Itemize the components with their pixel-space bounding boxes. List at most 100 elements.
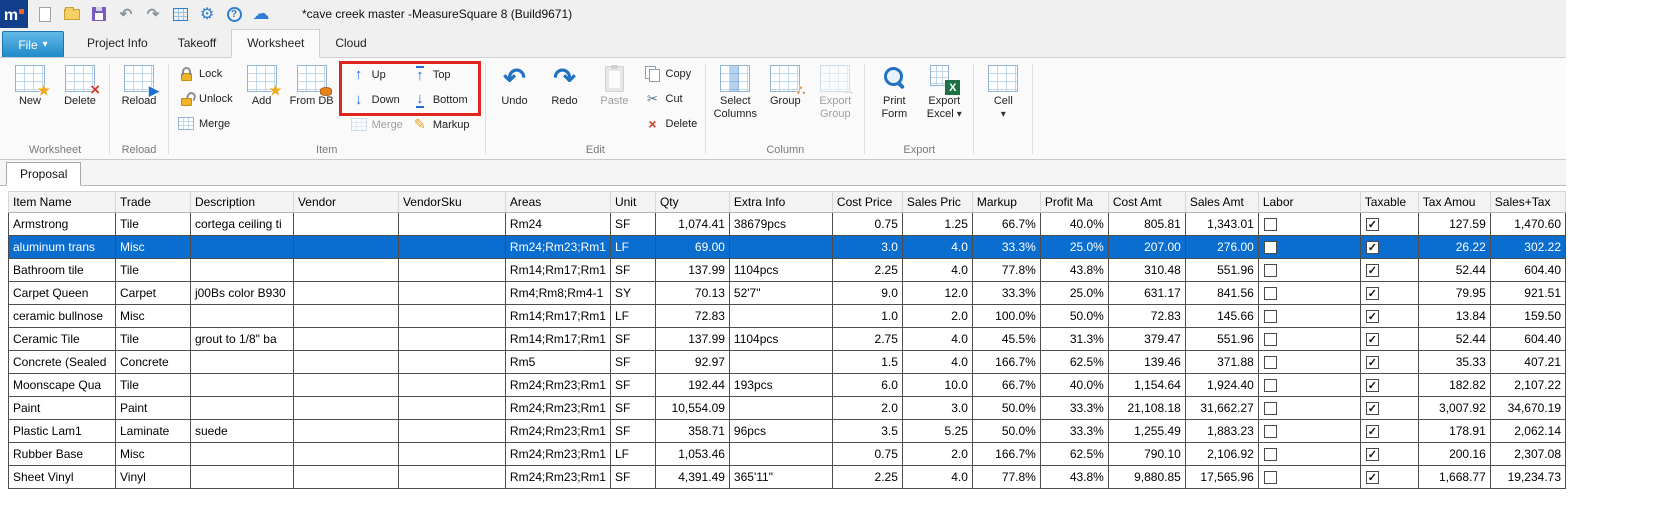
cell-vendor[interactable]: [292, 373, 399, 397]
cell-cost_amt[interactable]: 310.48: [1107, 258, 1186, 282]
cell-trade[interactable]: Vinyl: [114, 465, 191, 489]
cell-extra_info[interactable]: 52'7": [728, 281, 833, 305]
table-row[interactable]: aluminum trans Misc Rm24;Rm23;Rm1 LF 69.00 3.…: [8, 235, 1567, 259]
cell-vendor_sku[interactable]: [397, 304, 506, 328]
taxable-checkbox[interactable]: ✓: [1365, 287, 1379, 301]
column-header-taxable[interactable]: Taxable: [1359, 191, 1419, 213]
cell-qty[interactable]: 10,554.09: [654, 396, 730, 420]
taxable-checkbox[interactable]: ✓: [1365, 425, 1379, 439]
cell-profit_margin[interactable]: 62.5%: [1039, 350, 1109, 374]
new-file-icon[interactable]: [35, 4, 55, 24]
cell-sales_price[interactable]: 4.0: [901, 327, 973, 351]
taxable-checkbox[interactable]: ✓: [1365, 310, 1379, 324]
cell-markup[interactable]: 33.3%: [971, 235, 1041, 259]
cell-sales_price[interactable]: 4.0: [901, 465, 973, 489]
cell-item_name[interactable]: Rubber Base: [8, 442, 116, 466]
taxable-checkbox[interactable]: ✓: [1365, 218, 1379, 232]
labor-checkbox[interactable]: [1263, 402, 1277, 416]
cell-areas[interactable]: Rm24;Rm23;Rm1: [504, 419, 611, 443]
labor-checkbox[interactable]: [1263, 218, 1277, 232]
cell-cost_amt[interactable]: 72.83: [1107, 304, 1186, 328]
cell-taxable[interactable]: ✓: [1359, 281, 1419, 305]
export-excel-dropdown-icon[interactable]: ▾: [957, 109, 962, 120]
cell-markup[interactable]: 77.8%: [971, 258, 1041, 282]
cell-vendor[interactable]: [292, 350, 399, 374]
cell-tax_amount[interactable]: 26.22: [1417, 235, 1491, 259]
cell-sales_price[interactable]: 5.25: [901, 419, 973, 443]
column-header-tax_amount[interactable]: Tax Amou: [1417, 191, 1491, 213]
undo-button[interactable]: ↶ Undo: [490, 61, 540, 108]
cell-trade[interactable]: Tile: [114, 327, 191, 351]
cell-qty[interactable]: 192.44: [654, 373, 730, 397]
labor-checkbox[interactable]: [1263, 287, 1277, 301]
column-header-markup[interactable]: Markup: [971, 191, 1041, 213]
cell-sales_amt[interactable]: 2,106.92: [1184, 442, 1259, 466]
cell-sales_price[interactable]: 2.0: [901, 304, 973, 328]
move-down-button[interactable]: ↓ Down: [346, 87, 407, 112]
cell-taxable[interactable]: ✓: [1359, 419, 1419, 443]
cell-description[interactable]: [189, 442, 294, 466]
taxable-checkbox[interactable]: ✓: [1365, 333, 1379, 347]
cell-extra_info[interactable]: 1104pcs: [728, 258, 833, 282]
cell-markup[interactable]: 33.3%: [971, 281, 1041, 305]
export-excel-button[interactable]: X Export Excel ▾: [919, 61, 969, 121]
cell-tax_amount[interactable]: 200.16: [1417, 442, 1491, 466]
cell-labor[interactable]: [1257, 212, 1361, 236]
cell-item_name[interactable]: ceramic bullnose: [8, 304, 116, 328]
cell-markup[interactable]: 77.8%: [971, 465, 1041, 489]
cell-unit[interactable]: SF: [609, 465, 656, 489]
cell-labor[interactable]: [1257, 304, 1361, 328]
add-item-button[interactable]: ★ Add: [237, 61, 287, 108]
cell-trade[interactable]: Tile: [114, 258, 191, 282]
table-row[interactable]: Bathroom tile Tile Rm14;Rm17;Rm1 SF 137.99 11…: [8, 258, 1567, 282]
taxable-checkbox[interactable]: ✓: [1365, 471, 1379, 485]
cloud-icon[interactable]: ☁: [251, 4, 271, 24]
cell-cost_price[interactable]: 1.0: [831, 304, 903, 328]
column-header-cost_amt[interactable]: Cost Amt: [1107, 191, 1186, 213]
cell-extra_info[interactable]: [728, 396, 833, 420]
cell-description[interactable]: [189, 350, 294, 374]
cell-markup[interactable]: 66.7%: [971, 373, 1041, 397]
labor-checkbox[interactable]: [1263, 425, 1277, 439]
cell-description[interactable]: [189, 373, 294, 397]
cell-description[interactable]: [189, 304, 294, 328]
labor-checkbox[interactable]: [1263, 356, 1277, 370]
table-row[interactable]: ceramic bullnose Misc Rm14;Rm17;Rm1 LF 72.83…: [8, 304, 1567, 328]
cell-qty[interactable]: 92.97: [654, 350, 730, 374]
delete-item-button[interactable]: × Delete: [640, 111, 702, 136]
cell-description[interactable]: j00Bs color B930: [189, 281, 294, 305]
table-row[interactable]: Plastic Lam1 Laminate suede Rm24;Rm23;Rm1 SF…: [8, 419, 1567, 443]
cell-sales_price[interactable]: 1.25: [901, 212, 973, 236]
cell-vendor_sku[interactable]: [397, 212, 506, 236]
cell-markup[interactable]: 50.0%: [971, 419, 1041, 443]
cell-tax_amount[interactable]: 127.59: [1417, 212, 1491, 236]
taxable-checkbox[interactable]: ✓: [1365, 402, 1379, 416]
labor-checkbox[interactable]: [1263, 471, 1277, 485]
taxable-checkbox[interactable]: ✓: [1365, 356, 1379, 370]
cell-vendor[interactable]: [292, 465, 399, 489]
cell-description[interactable]: grout to 1/8" ba: [189, 327, 294, 351]
column-header-extra_info[interactable]: Extra Info: [728, 191, 833, 213]
cell-vendor_sku[interactable]: [397, 350, 506, 374]
cell-cost_price[interactable]: 9.0: [831, 281, 903, 305]
cell-description[interactable]: suede: [189, 419, 294, 443]
cell-labor[interactable]: [1257, 327, 1361, 351]
cell-tax_amount[interactable]: 182.82: [1417, 373, 1491, 397]
cell-vendor_sku[interactable]: [397, 327, 506, 351]
cell-areas[interactable]: Rm24;Rm23;Rm1: [504, 235, 611, 259]
cell-unit[interactable]: LF: [609, 235, 656, 259]
cell-sales_amt[interactable]: 1,924.40: [1184, 373, 1259, 397]
cell-extra_info[interactable]: 1104pcs: [728, 327, 833, 351]
column-header-vendor_sku[interactable]: VendorSku: [397, 191, 506, 213]
table-row[interactable]: Concrete (Sealed Concrete Rm5 SF 92.97 1.5 4.0…: [8, 350, 1567, 374]
cell-qty[interactable]: 69.00: [654, 235, 730, 259]
cell-sales_amt[interactable]: 371.88: [1184, 350, 1259, 374]
labor-checkbox[interactable]: [1263, 310, 1277, 324]
cell-sales_price[interactable]: 3.0: [901, 396, 973, 420]
cell-vendor_sku[interactable]: [397, 396, 506, 420]
cell-tax_amount[interactable]: 35.33: [1417, 350, 1491, 374]
cell-vendor[interactable]: [292, 304, 399, 328]
table-row[interactable]: Ceramic Tile Tile grout to 1/8" ba Rm14;Rm1…: [8, 327, 1567, 351]
cell-vendor[interactable]: [292, 281, 399, 305]
table-row[interactable]: Carpet Queen Carpet j00Bs color B930 Rm4;Rm…: [8, 281, 1567, 305]
